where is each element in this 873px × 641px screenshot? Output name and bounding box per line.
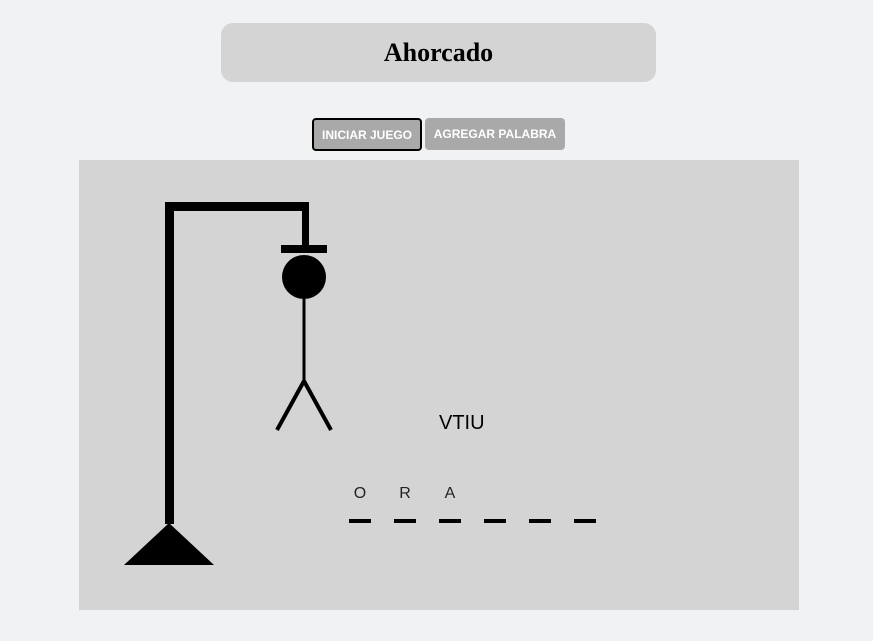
gallows-beam (165, 202, 308, 211)
gallows-base (124, 523, 214, 565)
start-game-button[interactable]: INICIAR JUEGO (312, 118, 422, 151)
wrong-letters: VTIU (439, 412, 485, 434)
slot-dash (529, 519, 551, 523)
slot-dash (439, 519, 461, 523)
hangman-left-leg (275, 380, 306, 431)
gallows-rope (302, 202, 309, 246)
slot-letter: A (444, 485, 456, 502)
add-word-button[interactable]: AGREGAR PALABRA (425, 118, 565, 150)
hangman-head (282, 255, 326, 299)
slot-dash (349, 519, 371, 523)
letter-slot: O (349, 485, 394, 525)
letter-slot (529, 485, 574, 525)
gallows-pole (165, 202, 174, 524)
slot-letter: R (399, 485, 411, 502)
slot-dash (484, 519, 506, 523)
word-slots: O R A (349, 485, 619, 525)
slot-dash (394, 519, 416, 523)
title-banner: Ahorcado (221, 23, 656, 82)
slot-dash (574, 519, 596, 523)
letter-slot: A (439, 485, 484, 525)
toolbar: INICIAR JUEGO AGREGAR PALABRA (312, 118, 565, 151)
gallows-hook (281, 245, 327, 253)
slot-letter: O (353, 485, 367, 502)
page-title: Ahorcado (383, 37, 494, 67)
game-board: VTIU O R A (79, 160, 799, 610)
letter-slot (574, 485, 619, 525)
hangman-drawing (124, 202, 333, 565)
letter-slot (484, 485, 529, 525)
letter-slot: R (394, 485, 439, 525)
hangman-right-leg (302, 380, 333, 431)
